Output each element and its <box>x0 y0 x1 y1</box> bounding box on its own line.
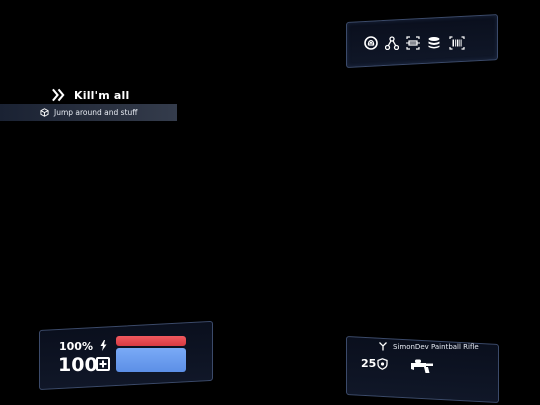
barcode-icon <box>449 36 465 50</box>
shield-icon <box>377 358 388 370</box>
scanner-icon <box>406 36 420 50</box>
network-icon <box>385 36 399 50</box>
weapon-type-icon <box>379 342 387 351</box>
health-plus-icon <box>96 357 110 371</box>
stamina-bar <box>116 336 186 346</box>
objective-subtitle-bar: Jump around and stuff <box>0 104 177 121</box>
stamina-percent: 100% <box>59 340 93 353</box>
weapon-header: SimonDev Paintball Rifle <box>379 342 479 351</box>
game-hud: Kill'm all Jump around and stuff 100% 10… <box>0 0 540 405</box>
status-icons-row <box>364 36 466 50</box>
cube-icon <box>40 108 49 117</box>
health-bar-fill <box>116 348 186 372</box>
health-value: 100 <box>58 354 98 376</box>
paintball-rifle-icon <box>411 359 433 373</box>
health-bar <box>116 348 186 372</box>
ammo-count: 25 <box>361 357 377 370</box>
objective-title: Kill'm all <box>74 88 130 102</box>
objective-subtitle: Jump around and stuff <box>54 108 138 117</box>
double-chevron-right-icon <box>52 88 65 102</box>
stamina-bar-fill <box>116 336 186 346</box>
objective-header: Kill'm all <box>51 86 129 104</box>
database-icon <box>428 37 440 49</box>
fingerprint-icon <box>364 36 378 50</box>
lightning-icon <box>100 340 107 351</box>
weapon-name: SimonDev Paintball Rifle <box>393 342 479 351</box>
